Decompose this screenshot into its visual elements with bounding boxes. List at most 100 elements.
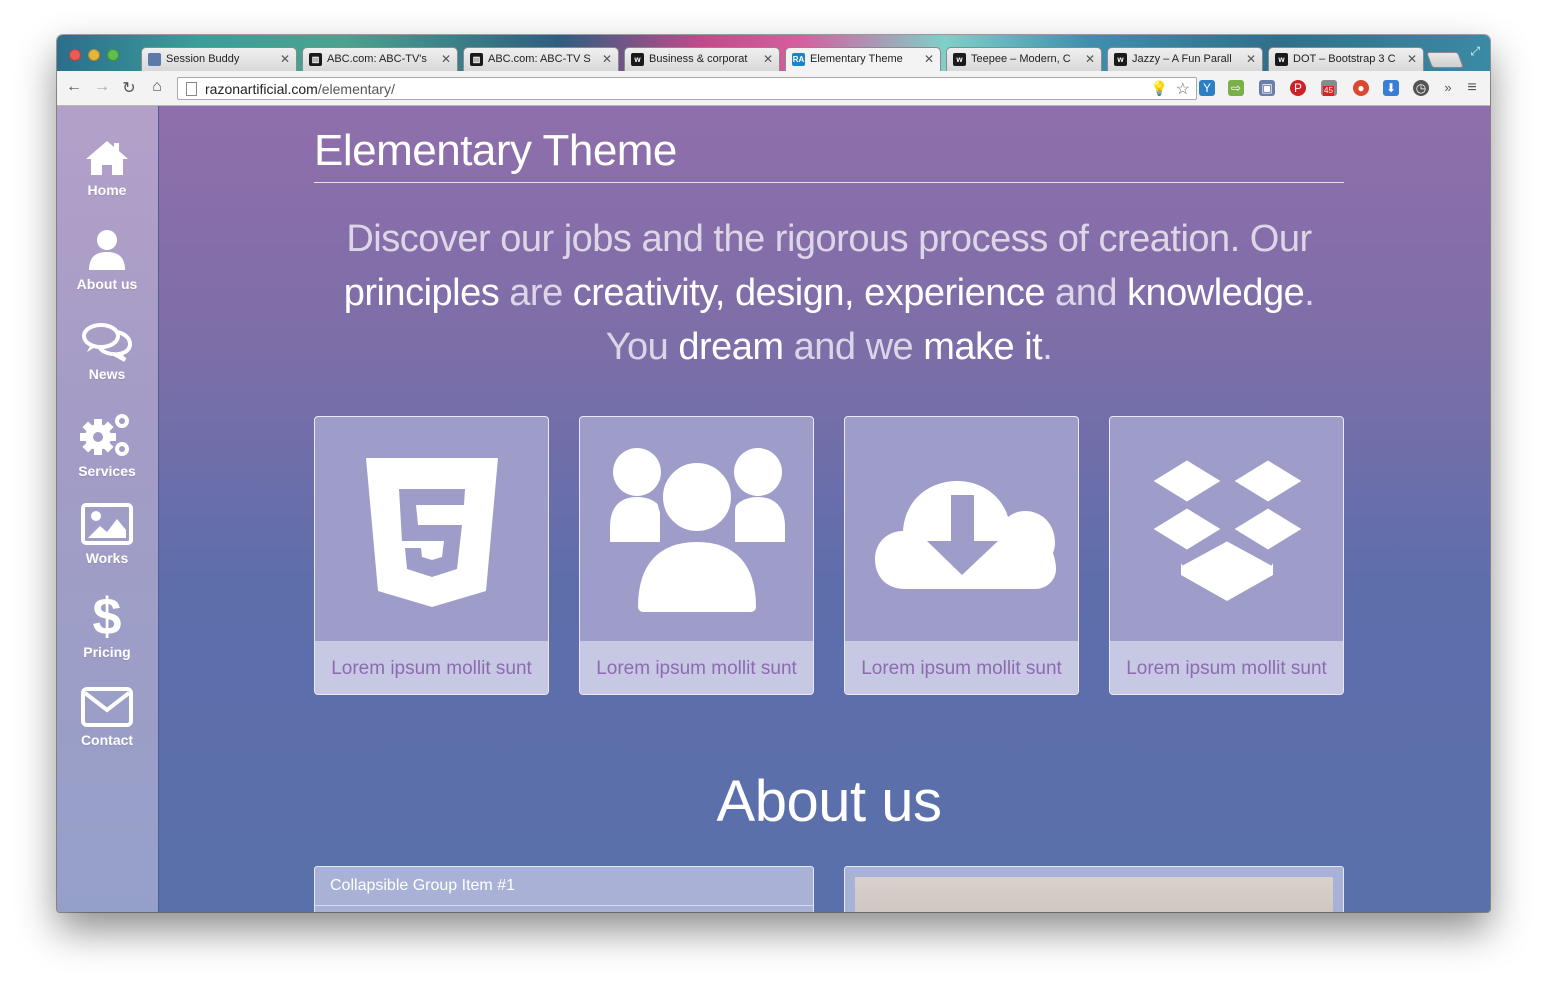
html5-icon xyxy=(366,458,498,607)
close-window-button[interactable] xyxy=(69,49,81,61)
feature-card[interactable]: Lorem ipsum mollit sunt xyxy=(844,416,1079,695)
address-bar[interactable]: razonartificial.com/elementary/ 💡 ☆ xyxy=(177,77,1197,100)
sidebar-item-works[interactable]: Works xyxy=(57,502,157,588)
lead-emphasis: creativity, design, experience xyxy=(572,272,1046,314)
tab-business[interactable]: w Business & corporat ✕ xyxy=(624,47,780,71)
tab-abc-2[interactable]: ▥ ABC.com: ABC-TV S ✕ xyxy=(463,47,619,71)
ra-favicon-icon: RA xyxy=(792,53,805,66)
url-host: razonartificial.com xyxy=(205,81,318,97)
home-icon[interactable]: ⌂ xyxy=(147,78,167,96)
card-icon-area xyxy=(315,417,548,642)
sidebar-item-about-us[interactable]: About us xyxy=(57,228,157,314)
sidebar-item-services[interactable]: Services xyxy=(57,411,157,497)
new-tab-button[interactable] xyxy=(1426,52,1464,68)
about-photo xyxy=(855,877,1333,912)
tab-elementary-theme[interactable]: RA Elementary Theme ✕ xyxy=(785,47,941,71)
tab-dot-bootstrap[interactable]: w DOT – Bootstrap 3 C ✕ xyxy=(1268,47,1424,71)
lead-text: . xyxy=(1042,326,1053,368)
lead-text: . xyxy=(1304,272,1315,314)
cloud-download-icon xyxy=(875,481,1056,589)
lead-emphasis: knowledge xyxy=(1127,272,1305,314)
accordion-panel[interactable]: Collapsible Group Item #1 xyxy=(314,866,814,912)
tab-abc-1[interactable]: ▥ ABC.com: ABC-TV's ✕ xyxy=(302,47,458,71)
title-divider xyxy=(314,182,1344,183)
tab-label: DOT – Bootstrap 3 C xyxy=(1293,53,1396,65)
card-caption: Lorem ipsum mollit sunt xyxy=(580,641,813,694)
reload-icon[interactable]: ↻ xyxy=(119,78,139,98)
dropbox-icon xyxy=(1142,453,1313,601)
page-viewport: Home About us News Services Works $ Pric… xyxy=(57,106,1490,912)
lightbulb-icon[interactable]: 💡 xyxy=(1151,80,1168,97)
gears-icon xyxy=(80,414,129,456)
card-icon-area xyxy=(580,417,813,642)
feature-card[interactable]: Lorem ipsum mollit sunt xyxy=(314,416,549,695)
page-icon xyxy=(186,82,197,96)
extension-badge: 45 xyxy=(1323,86,1334,96)
feature-card[interactable]: Lorem ipsum mollit sunt xyxy=(1109,416,1344,695)
tab-teepee[interactable]: w Teepee – Modern, C ✕ xyxy=(946,47,1102,71)
lead-text: You xyxy=(605,326,679,368)
close-icon[interactable]: ✕ xyxy=(602,48,612,71)
close-icon[interactable]: ✕ xyxy=(441,48,451,71)
browser-toolbar: ← → ↻ ⌂ razonartificial.com/elementary/ … xyxy=(57,71,1490,106)
y-extension-icon[interactable]: Y xyxy=(1199,80,1215,96)
url-text[interactable]: razonartificial.com/elementary/ xyxy=(205,81,395,97)
sidebar-item-label: News xyxy=(88,366,126,382)
accordion-heading[interactable]: Collapsible Group Item #1 xyxy=(315,867,813,906)
close-icon[interactable]: ✕ xyxy=(1407,48,1417,71)
tab-label: Jazzy – A Fun Parall xyxy=(1132,53,1232,65)
w-favicon-icon: w xyxy=(953,53,966,66)
window-extension-icon[interactable]: ▣ xyxy=(1259,80,1275,96)
w-favicon-icon: w xyxy=(1275,53,1288,66)
back-arrow-icon[interactable]: ← xyxy=(64,78,84,96)
sidebar-item-label: Contact xyxy=(80,732,134,748)
sidebar-item-contact[interactable]: Contact xyxy=(57,686,157,772)
clock-icon[interactable]: ◷ xyxy=(1413,80,1429,96)
lead-text: and we xyxy=(783,326,924,368)
bookmark-star-icon[interactable]: ☆ xyxy=(1176,79,1190,99)
w-favicon-icon: w xyxy=(1114,53,1127,66)
forward-arrow-icon[interactable]: → xyxy=(92,78,112,96)
picture-icon xyxy=(81,503,133,545)
chrome-menu-icon[interactable]: ≡ xyxy=(1464,80,1480,96)
session-buddy-favicon-icon xyxy=(148,53,161,66)
lead-text: are xyxy=(499,272,573,314)
more-extensions-icon[interactable]: » xyxy=(1440,80,1456,96)
fullscreen-icon[interactable]: ⤢ xyxy=(1470,44,1480,59)
sidebar-item-news[interactable]: News xyxy=(57,322,157,408)
card-caption: Lorem ipsum mollit sunt xyxy=(845,641,1078,694)
tab-label: Session Buddy xyxy=(166,53,240,65)
sidebar-item-home[interactable]: Home xyxy=(57,138,157,224)
url-path: /elementary/ xyxy=(317,81,395,97)
close-icon[interactable]: ✕ xyxy=(763,48,773,71)
lead-line: Discover our jobs and the rigorous proce… xyxy=(346,218,1312,260)
page-title: Elementary Theme xyxy=(314,126,677,175)
close-icon[interactable]: ✕ xyxy=(1085,48,1095,71)
mail-checker-icon[interactable]: 45 xyxy=(1321,80,1337,96)
sidebar-item-label: Works xyxy=(85,550,129,566)
svg-text:$: $ xyxy=(93,588,122,640)
users-group-icon xyxy=(610,448,785,618)
sidebar-item-label: Services xyxy=(78,463,136,479)
close-icon[interactable]: ✕ xyxy=(924,48,934,71)
tab-label: ABC.com: ABC-TV S xyxy=(488,53,591,65)
sidebar-item-pricing[interactable]: $ Pricing xyxy=(57,588,157,674)
tab-label: Elementary Theme xyxy=(810,53,903,65)
close-icon[interactable]: ✕ xyxy=(280,48,290,71)
color-picker-icon[interactable]: ● xyxy=(1353,80,1369,96)
tab-jazzy[interactable]: w Jazzy – A Fun Parall ✕ xyxy=(1107,47,1263,71)
zoom-window-button[interactable] xyxy=(107,49,119,61)
feature-card[interactable]: Lorem ipsum mollit sunt xyxy=(579,416,814,695)
download-icon[interactable]: ⬇ xyxy=(1383,80,1399,96)
minimize-window-button[interactable] xyxy=(88,49,100,61)
pinterest-icon[interactable]: P xyxy=(1290,80,1306,96)
close-icon[interactable]: ✕ xyxy=(1246,48,1256,71)
tab-session-buddy[interactable]: Session Buddy ✕ xyxy=(141,47,297,71)
tab-label: Teepee – Modern, C xyxy=(971,53,1071,65)
abc-favicon-icon: ▥ xyxy=(470,53,483,66)
forward-page-extension-icon[interactable]: ⇨ xyxy=(1228,80,1244,96)
dollar-icon: $ xyxy=(93,588,122,640)
w-favicon-icon: w xyxy=(631,53,644,66)
user-icon xyxy=(89,230,125,270)
sidebar-item-label: About us xyxy=(76,276,138,292)
